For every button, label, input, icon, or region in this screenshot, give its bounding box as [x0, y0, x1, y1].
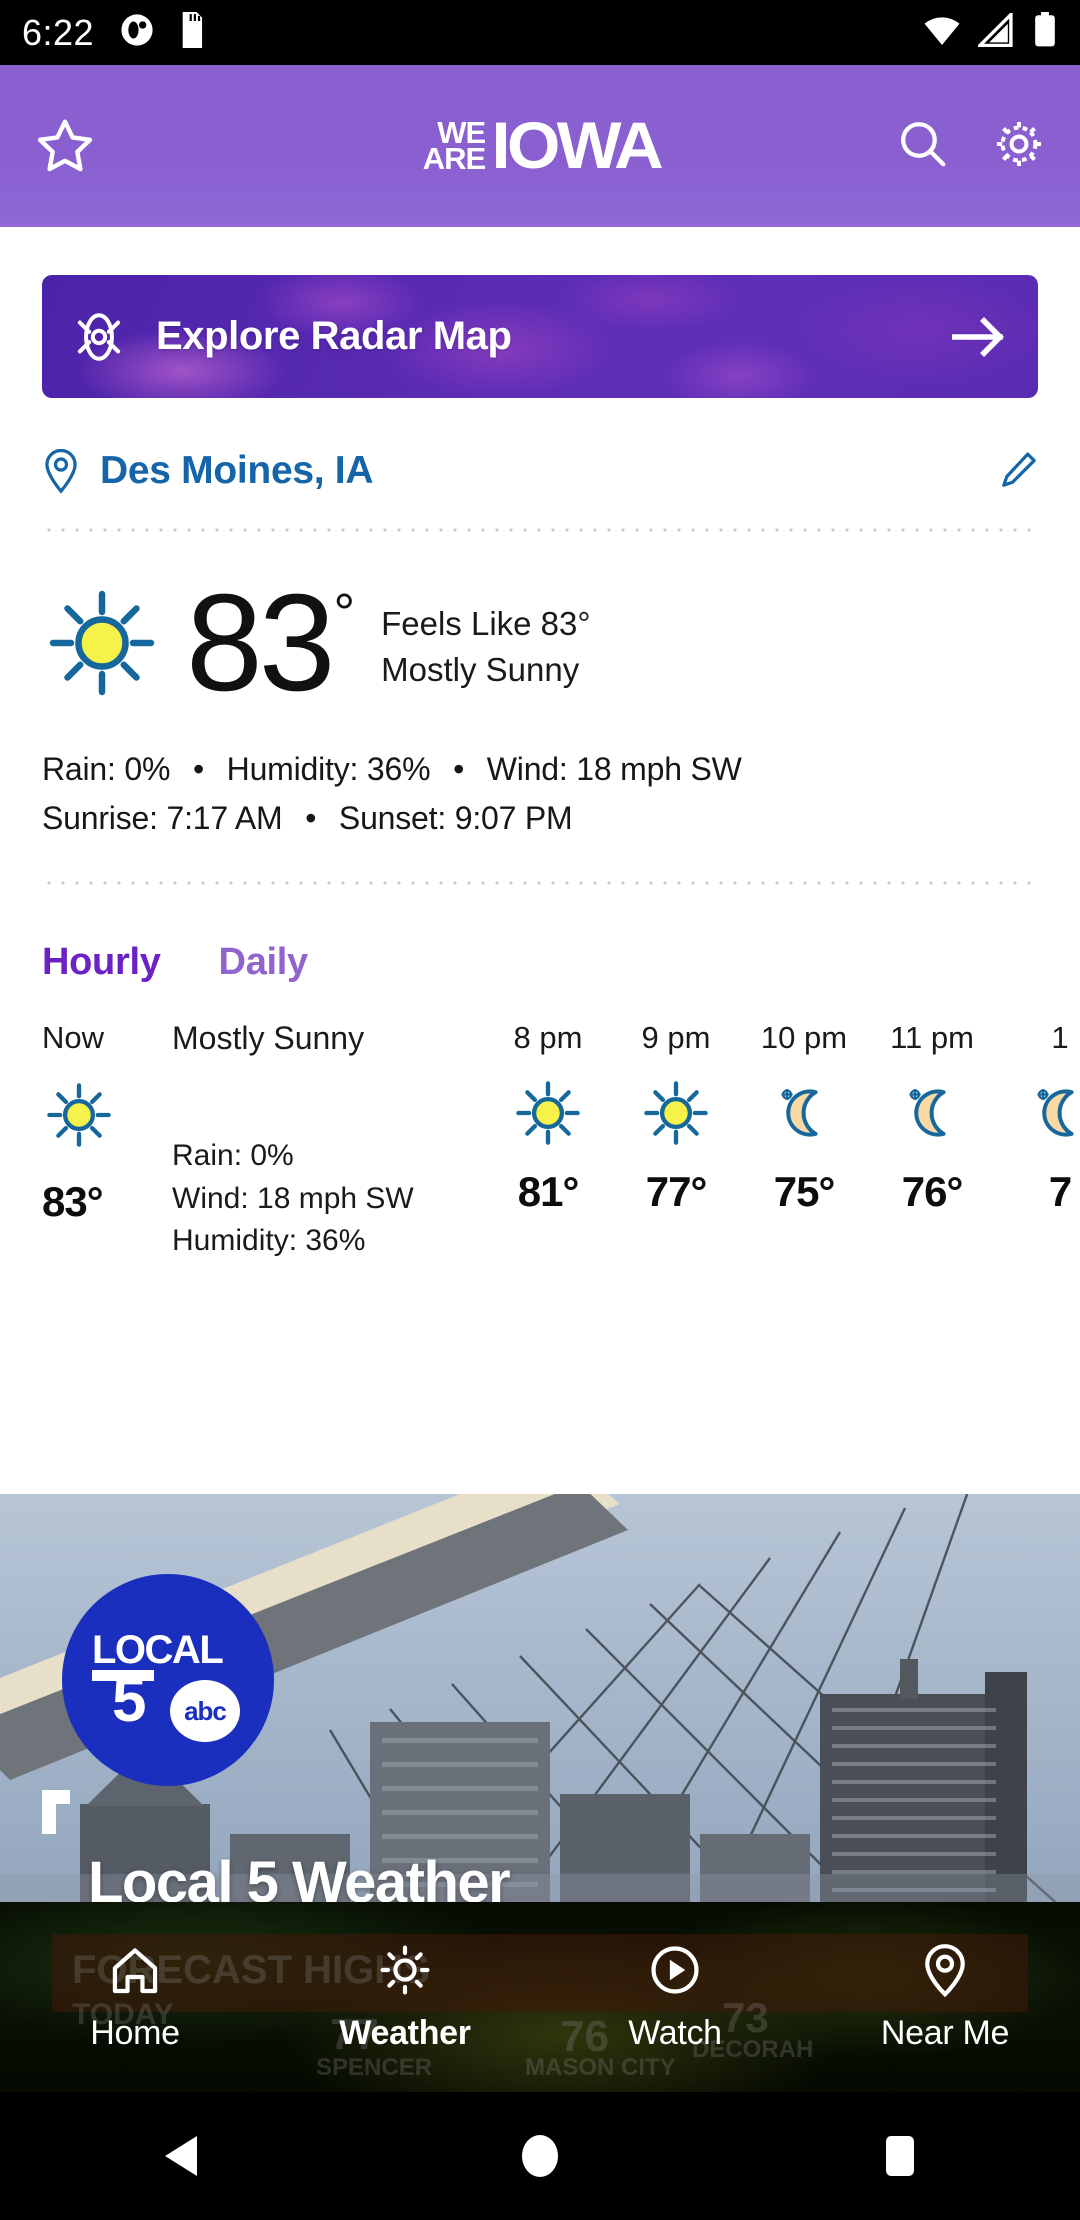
forecast-tabs: Hourly Daily	[0, 885, 1080, 984]
android-navigation-bar	[0, 2092, 1080, 2220]
nav-label: Near Me	[880, 2013, 1010, 2052]
now-rain: Rain: 0%	[172, 1138, 294, 1172]
tab-daily[interactable]: Daily	[219, 941, 309, 984]
nav-label: Weather	[339, 2013, 471, 2052]
hourly-temp: 81°	[517, 1167, 580, 1215]
sd-card-icon	[176, 12, 206, 53]
hourly-now-details: Mostly Sunny Rain: 0% Wind: 18 mph SW Hu…	[154, 1020, 484, 1263]
hourly-time: Now	[42, 1019, 105, 1055]
current-conditions: 83 ° Feels Like 83° Mostly Sunny	[0, 532, 1080, 720]
weather-scroll-content: Explore Radar Map Des Moines, IA 83 ° Fe…	[0, 227, 1080, 1263]
local5-abc-logo: LOCAL 5 abc	[62, 1574, 274, 1786]
hourly-time: 10 pm	[760, 1019, 848, 1055]
current-summary: Feels Like 83° Mostly Sunny	[381, 601, 590, 695]
status-bar-system-icons	[922, 10, 1058, 53]
wifi-icon	[922, 13, 962, 52]
hourly-item-now[interactable]: Now 83°	[42, 1020, 154, 1263]
app-header: WE ARE IOWA	[0, 65, 1080, 227]
home-icon	[107, 1942, 163, 1998]
logo-word-iowa: IOWA	[491, 108, 664, 183]
logo-text-abc: abc	[184, 1695, 227, 1726]
hourly-temp: 77°	[645, 1167, 708, 1215]
now-wind: Wind: 18 mph SW	[172, 1181, 414, 1215]
hourly-temp: 75°	[773, 1167, 836, 1215]
current-detail-line-2: Sunrise: 7:17 AM • Sunset: 9:07 PM	[0, 800, 1080, 837]
android-status-bar: 6:22	[0, 0, 1080, 65]
nav-item-watch[interactable]: Watch	[540, 1942, 810, 2053]
moon-icon	[1023, 1076, 1080, 1150]
logo-line-are: ARE	[422, 141, 486, 176]
current-temp-value: 83	[186, 566, 335, 720]
cellular-signal-icon	[975, 10, 1016, 52]
nav-label: Watch	[628, 2013, 722, 2052]
status-bar-clock: 6:22	[22, 11, 95, 53]
current-condition-text: Mostly Sunny	[381, 651, 580, 689]
wind-value: Wind: 18 mph SW	[486, 750, 742, 787]
location-pin-icon	[42, 448, 80, 494]
logo-abc-circle: abc	[170, 1680, 240, 1742]
hourly-time: 1	[1051, 1019, 1069, 1055]
current-temperature: 83 °	[186, 566, 356, 720]
status-bar-notification-icons	[120, 12, 206, 53]
hourly-time: 8 pm	[513, 1019, 583, 1055]
search-icon[interactable]	[896, 117, 950, 176]
logo-text-five: 5	[112, 1666, 147, 1735]
pencil-edit-icon[interactable]	[1000, 451, 1038, 491]
now-humidity: Humidity: 36%	[172, 1224, 366, 1258]
sun-small-icon	[377, 1942, 433, 1998]
hourly-item[interactable]: 9 pm 77°	[612, 1020, 740, 1263]
back-triangle-icon[interactable]	[152, 2128, 208, 2184]
hourly-forecast-strip[interactable]: Now 83° Mostly Sunny Rain: 0% Wind: 18 m…	[0, 984, 1080, 1263]
separator-dot: •	[305, 799, 317, 836]
feels-like-text: Feels Like 83°	[381, 604, 591, 642]
hourly-item[interactable]: 10 pm 75°	[740, 1020, 868, 1263]
sun-icon	[42, 1078, 116, 1152]
hourly-item[interactable]: 8 pm 81°	[484, 1020, 612, 1263]
recents-square-icon[interactable]	[872, 2128, 928, 2184]
hourly-time: 9 pm	[641, 1019, 711, 1055]
nav-item-near-me[interactable]: Near Me	[810, 1942, 1080, 2053]
location-pin-icon	[917, 1942, 973, 1998]
star-icon[interactable]	[34, 115, 96, 177]
tab-hourly[interactable]: Hourly	[42, 941, 161, 984]
sunrise-value: Sunrise: 7:17 AM	[42, 799, 283, 836]
moon-icon	[895, 1076, 969, 1150]
radar-banner-label: Explore Radar Map	[156, 314, 512, 358]
we-are-iowa-logo: WE ARE IOWA	[422, 108, 664, 183]
location-row[interactable]: Des Moines, IA	[0, 398, 1080, 494]
battery-icon	[1032, 12, 1058, 53]
separator-dot: •	[192, 750, 204, 787]
now-condition: Mostly Sunny	[172, 1019, 365, 1056]
arrow-right-icon	[951, 314, 1008, 360]
hourly-time: 11 pm	[890, 1019, 974, 1055]
play-flag-icon	[42, 1790, 86, 1834]
location-name: Des Moines, IA	[100, 449, 374, 492]
current-temp-degree: °	[333, 583, 356, 643]
humidity-value: Humidity: 36%	[226, 750, 431, 787]
bottom-navigation-bar: Home Weather Watch Near Me	[0, 1902, 1080, 2092]
moon-icon	[767, 1076, 841, 1150]
hourly-item-partial[interactable]: 1 7	[996, 1020, 1080, 1263]
local5-weather-video-card[interactable]: LOCAL 5 abc Local 5 Weather	[0, 1494, 1080, 1964]
nav-item-home[interactable]: Home	[0, 1942, 270, 2053]
hourly-item[interactable]: 11 pm 76°	[868, 1020, 996, 1263]
sun-icon	[511, 1076, 585, 1150]
home-circle-icon[interactable]	[512, 2128, 568, 2184]
current-detail-line-1: Rain: 0% • Humidity: 36% • Wind: 18 mph …	[0, 751, 1080, 788]
separator-dot: •	[453, 750, 465, 787]
notification-icon	[120, 13, 154, 52]
gear-icon[interactable]	[992, 117, 1046, 176]
rain-value: Rain: 0%	[42, 750, 171, 787]
hourly-temp: 83°	[42, 1177, 104, 1225]
nav-item-weather[interactable]: Weather	[270, 1942, 540, 2053]
sun-icon	[639, 1076, 713, 1150]
sunset-value: Sunset: 9:07 PM	[338, 799, 573, 836]
explore-radar-map-banner[interactable]: Explore Radar Map	[42, 275, 1038, 398]
hourly-temp: 76°	[901, 1167, 964, 1215]
sun-icon	[42, 583, 162, 703]
play-circle-icon	[647, 1942, 703, 1998]
hourly-temp: 7	[1048, 1167, 1072, 1215]
nav-label: Home	[90, 2013, 180, 2052]
radar-hurricane-icon	[68, 306, 130, 368]
